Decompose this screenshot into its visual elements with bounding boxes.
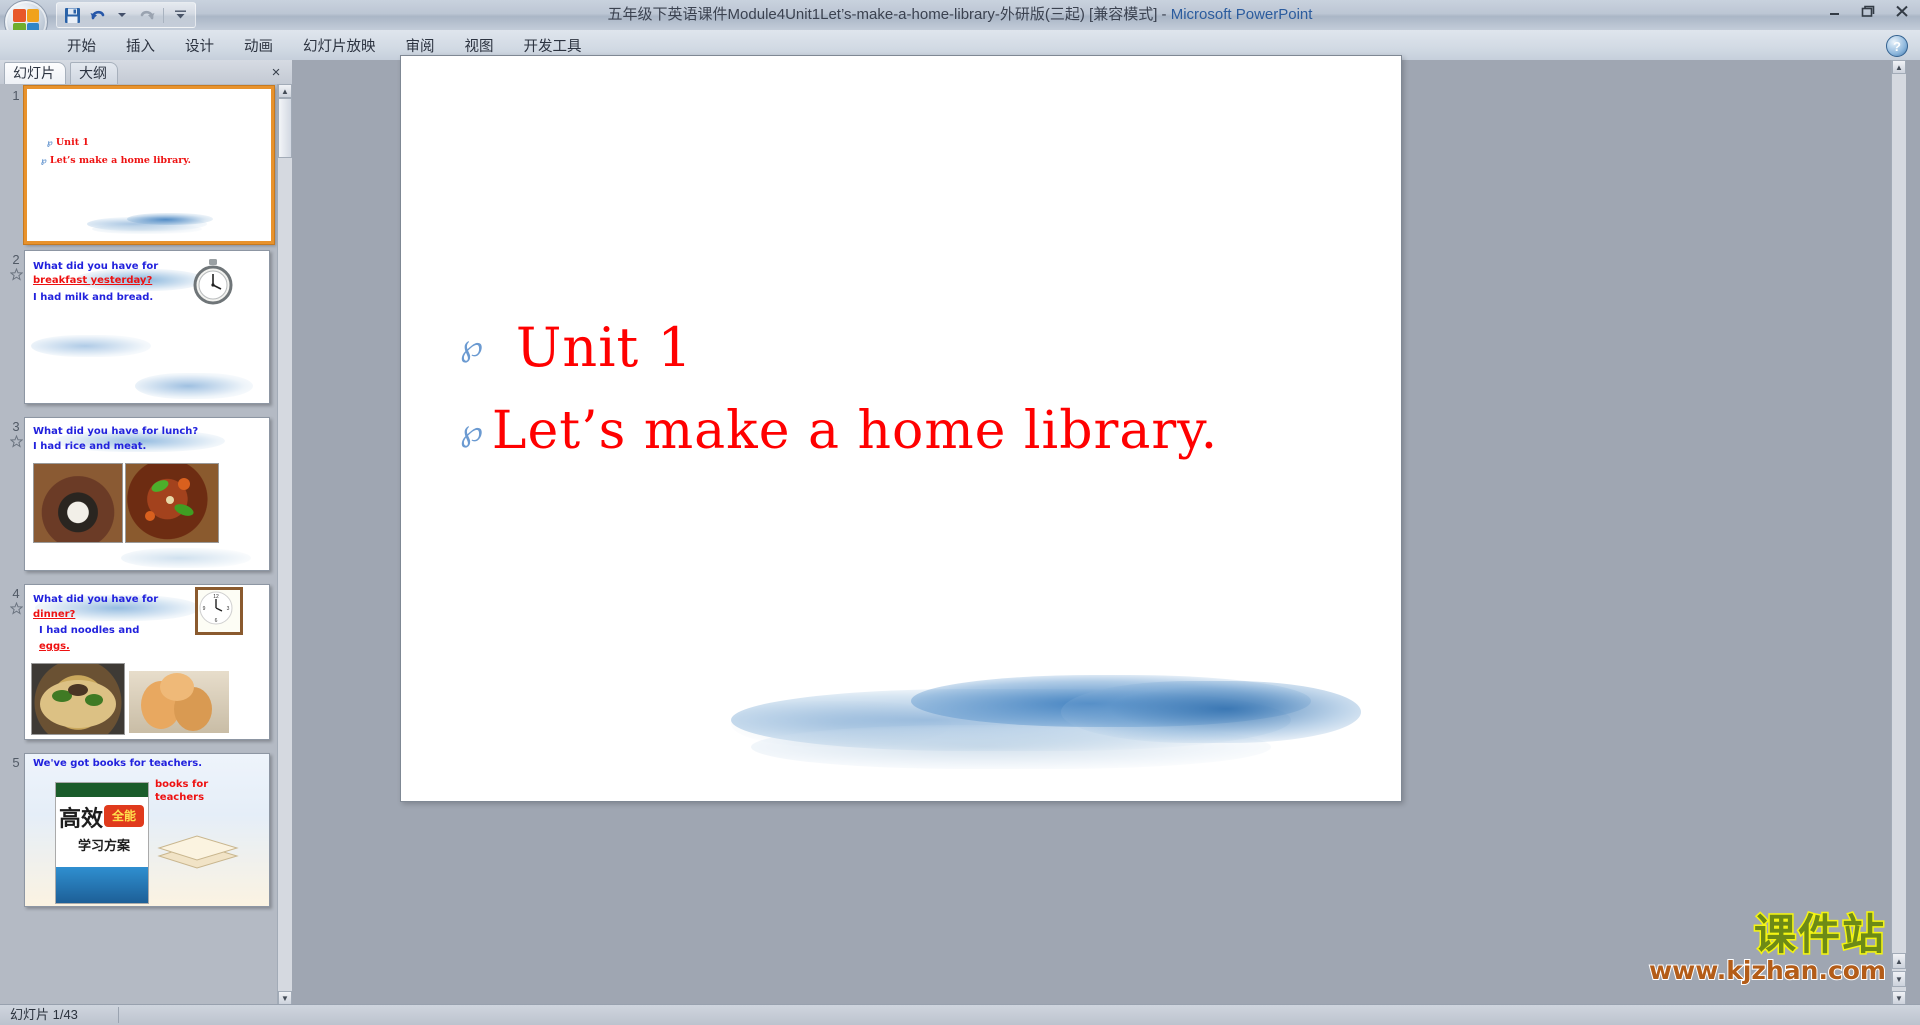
scroll-up-icon[interactable]: ▲ — [278, 84, 292, 98]
thumbnail-canvas: What did you have for breakfast yesterda… — [25, 251, 269, 403]
quick-access-toolbar — [56, 2, 196, 28]
thumbnail-canvas: What did you have for lunch? I had rice … — [25, 418, 269, 570]
next-slide-button[interactable]: ▼ — [1892, 971, 1906, 987]
scroll-up-icon[interactable]: ▲ — [1892, 60, 1906, 74]
slide-area-scrollbar[interactable]: ▲ ▲ ▼ ▼ — [1891, 60, 1906, 1005]
bullet-icon: ℘ — [459, 329, 483, 364]
chevron-down-icon[interactable] — [111, 5, 133, 25]
rice-bowl-image — [33, 463, 123, 543]
powerpoint-window: 五年级下英语课件Module4Unit1Let’s-make-a-home-li… — [0, 0, 1920, 1025]
list-item[interactable]: 3 What did you have for lunch? I had ric… — [0, 415, 278, 582]
svg-text:9: 9 — [203, 606, 206, 612]
slide-editing-area[interactable]: ℘ Unit 1 ℘ Let’s make a home library. 课件… — [292, 55, 1906, 1005]
save-icon[interactable] — [61, 5, 83, 25]
redo-icon[interactable] — [136, 5, 158, 25]
thumb5-line2: books for teachers — [155, 779, 209, 803]
watermark-url: www.kjzhan.com — [1648, 956, 1887, 985]
scroll-thumb[interactable] — [278, 98, 292, 158]
thumb2-line3: I had milk and bread. — [33, 292, 154, 303]
status-bar: 幻灯片 1/43 — [0, 1004, 1920, 1025]
thumb4-line1: What did you have for — [33, 594, 159, 605]
thumb3-line2: I had rice and meat. — [33, 441, 147, 452]
workspace: 幻灯片 大纲 × 1 ℘ Unit 1 ℘ Let’s make a home … — [0, 55, 1920, 1005]
textbook-cover-image: 高效 全能 学习方案 — [55, 782, 149, 904]
thumbnail-canvas: We've got books for teachers. 高效 全能 学习方案… — [25, 754, 269, 906]
bullet-icon: ℘ — [459, 414, 483, 449]
thumb1-line2: Let’s make a home library. — [49, 155, 191, 166]
stopwatch-image — [190, 255, 236, 307]
slides-pane-scrollbar[interactable]: ▲ ▼ — [277, 84, 292, 1005]
ribbon-tab-design[interactable]: 设计 — [170, 35, 229, 60]
tab-slides[interactable]: 幻灯片 — [4, 62, 66, 84]
close-pane-icon[interactable]: × — [267, 63, 285, 81]
status-separator — [118, 1007, 119, 1023]
book-stack-image — [155, 816, 241, 876]
ribbon-tab-insert[interactable]: 插入 — [111, 35, 170, 60]
list-item[interactable]: 2 What did you have for breakfast yester… — [0, 248, 278, 415]
thumbnail-slide-1[interactable]: ℘ Unit 1 ℘ Let’s make a home library. — [23, 85, 275, 245]
slide-line-1: ℘ Unit 1 — [459, 316, 1361, 379]
thumb4-line3: I had noodles and — [39, 625, 140, 636]
ribbon-tab-slideshow[interactable]: 幻灯片放映 — [288, 35, 391, 60]
thumbnail-slide-4[interactable]: What did you have for dinner? I had nood… — [24, 584, 270, 740]
previous-slide-button[interactable]: ▲ — [1892, 953, 1906, 969]
thumb2-line1: What did you have for — [33, 261, 159, 272]
thumb3-line1: What did you have for lunch? — [33, 426, 199, 437]
thumb1-line1: Unit 1 — [55, 137, 89, 148]
slide-counter: 幻灯片 1/43 — [10, 1007, 78, 1022]
thumbnail-canvas: ℘ Unit 1 ℘ Let’s make a home library. — [27, 89, 271, 241]
thumbnail-slide-2[interactable]: What did you have for breakfast yesterda… — [24, 250, 270, 404]
qat-separator — [163, 7, 164, 23]
list-item[interactable]: 4 What did you have for dinner? I had no… — [0, 582, 278, 751]
eggs-image — [129, 671, 229, 733]
ribbon-tab-animations[interactable]: 动画 — [229, 35, 288, 60]
watercolor-decoration — [731, 671, 1371, 781]
quick-access-strip — [0, 0, 1920, 44]
thumb4-line4: eggs. — [39, 641, 70, 652]
list-item[interactable]: 5 We've got books for teachers. 高效 全能 学习… — [0, 751, 278, 911]
thumb5-line1: We've got books for teachers. — [33, 758, 203, 769]
slides-pane: 幻灯片 大纲 × 1 ℘ Unit 1 ℘ Let’s make a home … — [0, 60, 292, 1005]
thumbnail-canvas: What did you have for dinner? I had nood… — [25, 585, 269, 739]
help-icon[interactable]: ? — [1886, 35, 1908, 57]
scroll-down-icon[interactable]: ▼ — [278, 991, 292, 1005]
thumbnail-slide-3[interactable]: What did you have for lunch? I had rice … — [24, 417, 270, 571]
slide-line-1-text: Unit 1 — [515, 316, 693, 379]
wall-clock-image: 12 3 6 9 — [195, 587, 243, 635]
customize-qat-icon[interactable] — [169, 5, 191, 25]
noodles-image — [31, 663, 125, 735]
slide-line-2-text: Let’s make a home library. — [491, 401, 1219, 461]
thumb2-line2: breakfast yesterday? — [33, 275, 153, 286]
slide-thumbnail-list[interactable]: 1 ℘ Unit 1 ℘ Let’s make a home library. — [0, 84, 278, 1005]
tab-outline[interactable]: 大纲 — [70, 62, 118, 84]
braised-pork-image — [125, 463, 219, 543]
site-watermark: 课件站 www.kjzhan.com — [1648, 910, 1887, 985]
slide-line-2: ℘ Let’s make a home library. — [459, 401, 1361, 461]
svg-text:6: 6 — [215, 618, 218, 624]
list-item[interactable]: 1 ℘ Unit 1 ℘ Let’s make a home library. — [0, 84, 278, 248]
slide-body-placeholder[interactable]: ℘ Unit 1 ℘ Let’s make a home library. — [459, 316, 1361, 483]
thumbnail-slide-5[interactable]: We've got books for teachers. 高效 全能 学习方案… — [24, 753, 270, 907]
undo-icon[interactable] — [86, 5, 108, 25]
scroll-down-icon[interactable]: ▼ — [1892, 991, 1906, 1005]
svg-text:3: 3 — [227, 606, 230, 612]
slides-pane-tabs: 幻灯片 大纲 × — [0, 60, 292, 85]
ribbon-tab-home[interactable]: 开始 — [52, 35, 111, 60]
thumb4-line2: dinner? — [33, 609, 76, 620]
current-slide[interactable]: ℘ Unit 1 ℘ Let’s make a home library. — [400, 55, 1402, 802]
watercolor-decoration — [87, 211, 227, 237]
watermark-brand: 课件站 — [1752, 910, 1886, 959]
